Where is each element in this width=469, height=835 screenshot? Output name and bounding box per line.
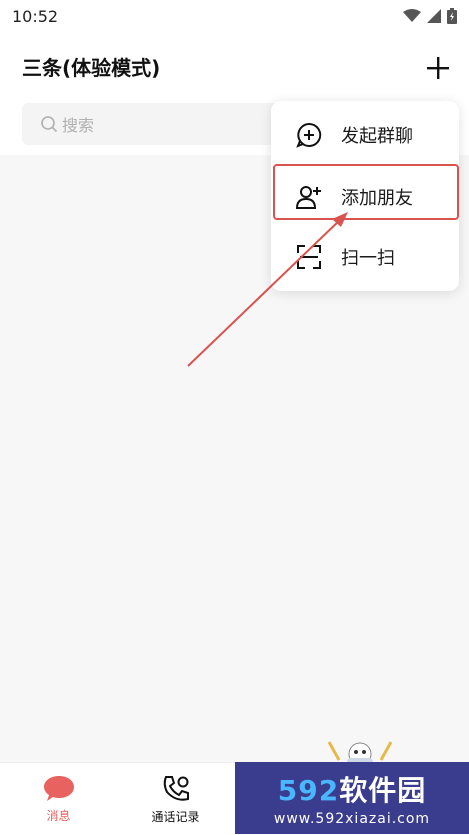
annotation-arrow xyxy=(187,212,348,367)
watermark-brand-text: 软件园 xyxy=(339,774,427,807)
watermark-brand-number: 592 xyxy=(277,774,340,807)
message-bubble-icon xyxy=(43,775,74,801)
watermark-brand: 592软件园 xyxy=(278,769,426,809)
nav-label: 消息 xyxy=(46,808,71,823)
watermark-logo: 592软件园 www.592xiazai.com xyxy=(235,762,469,834)
nav-item-call-history[interactable]: 通话记录 xyxy=(117,763,234,835)
nav-item-messages[interactable]: 消息 xyxy=(0,763,117,835)
nav-label: 通话记录 xyxy=(151,809,200,824)
watermark-url: www.592xiazai.com xyxy=(273,811,431,827)
phone-call-icon xyxy=(163,775,189,801)
